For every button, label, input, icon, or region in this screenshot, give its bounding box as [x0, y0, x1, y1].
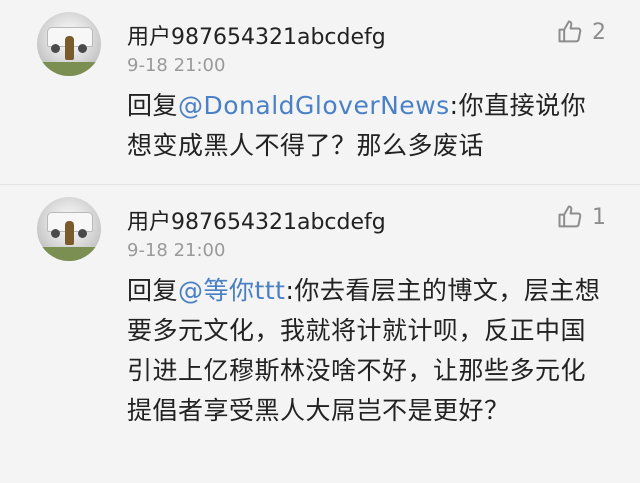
avatar-wheel [51, 44, 60, 53]
avatar-wheel [78, 229, 87, 238]
avatar-wheel [78, 44, 87, 53]
avatar-wheel [51, 229, 60, 238]
comment-item: 用户987654321abcdefg 9-18 21:00 1 回复@等你ttt… [0, 184, 640, 425]
like-button[interactable]: 1 [556, 203, 606, 231]
reply-prefix: 回复 [127, 276, 179, 305]
like-count: 2 [592, 19, 606, 45]
avatar-ground [37, 247, 101, 261]
timestamp: 9-18 21:00 [127, 55, 226, 76]
username[interactable]: 用户987654321abcdefg [127, 19, 386, 51]
username[interactable]: 用户987654321abcdefg [127, 204, 386, 236]
reply-prefix: 回复 [127, 91, 179, 120]
comment-item: 用户987654321abcdefg 9-18 21:00 2 回复@Donal… [0, 0, 640, 184]
mention-link[interactable]: @等你ttt [178, 276, 285, 305]
avatar-person [65, 221, 74, 245]
like-count: 1 [592, 204, 606, 230]
avatar-person [65, 36, 74, 60]
avatar[interactable] [37, 12, 101, 76]
mention-link[interactable]: @DonaldGloverNews [178, 91, 450, 120]
avatar[interactable] [37, 197, 101, 261]
like-button[interactable]: 2 [556, 18, 606, 46]
timestamp: 9-18 21:00 [127, 240, 226, 261]
thumbs-up-icon [558, 205, 582, 228]
thumbs-up-icon [558, 20, 582, 43]
comment-body: 回复@DonaldGloverNews:你直接说你想变成黑人不得了？那么多废话 [127, 86, 610, 166]
avatar-ground [37, 62, 101, 76]
comment-body: 回复@等你ttt:你去看层主的博文，层主想要多元文化，我就将计就计呗，反正中国引… [127, 271, 610, 431]
